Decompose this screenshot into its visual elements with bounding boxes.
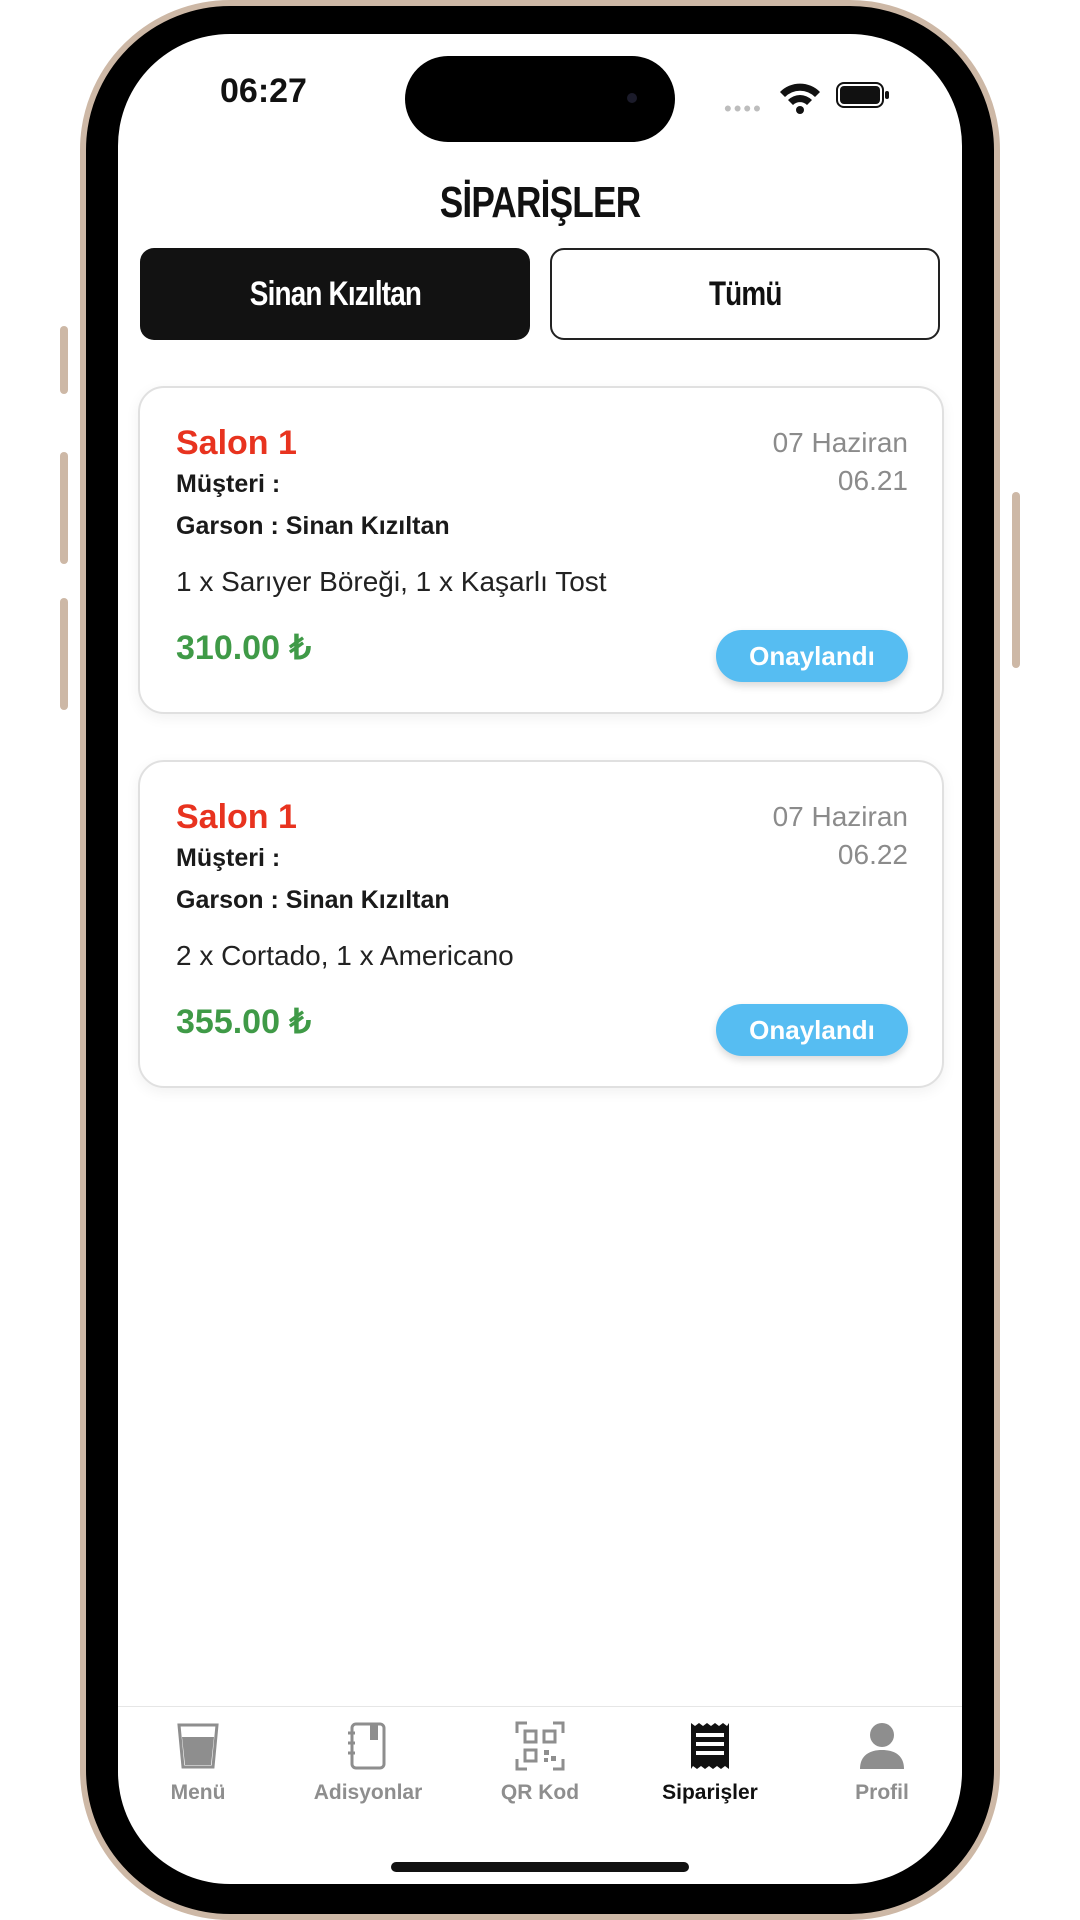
volume-down-button [60,598,68,710]
camera-dot [627,93,637,103]
bottom-tab-bar: Menü Adisyonlar QR Kod Siparişler Profil [118,1706,962,1857]
tabbar-item-menu[interactable]: Menü [118,1721,278,1805]
order-time: 06.21 [837,465,908,496]
tabbar-label: Siparişler [662,1781,758,1804]
order-time: 06.22 [837,839,908,870]
tab-label: Sinan Kızıltan [249,274,421,313]
tab-label: Tümü [708,274,782,313]
order-items: 2 x Cortado, 1 x Americano [176,940,514,971]
tabbar-item-profil[interactable]: Profil [802,1721,962,1805]
qr-code-icon [515,1721,565,1771]
order-date: 07 Haziran [772,801,908,832]
order-price: 355.00 ₺ [176,1003,312,1041]
status-badge[interactable]: Onaylandı [716,630,908,682]
page-title: SİPARİŞLER [439,178,641,227]
status-time: 06:27 [220,72,307,110]
receipt-icon [691,1723,729,1769]
tabbar-label: Menü [170,1781,226,1804]
battery-icon [836,82,889,108]
order-datetime: 07 Haziran 06.21 [773,424,908,500]
order-price: 310.00 ₺ [176,629,312,667]
tabbar-item-adisyonlar[interactable]: Adisyonlar [288,1721,448,1805]
person-icon [860,1723,904,1769]
order-card[interactable]: Salon 1 07 Haziran 06.22 Müşteri : Garso… [138,760,944,1088]
order-items: 1 x Sarıyer Böreği, 1 x Kaşarlı Tost [176,566,607,597]
order-table: Salon 1 [176,424,297,462]
order-customer: Müşteri : [176,470,281,498]
notebook-icon [348,1722,386,1770]
order-waiter: Garson : Sinan Kızıltan [176,886,450,914]
action-button [60,326,68,394]
order-waiter: Garson : Sinan Kızıltan [176,512,450,540]
tabbar-label: Profil [855,1781,909,1804]
order-table: Salon 1 [176,798,297,836]
volume-up-button [60,452,68,564]
cup-icon [177,1723,219,1769]
order-date: 07 Haziran [772,427,908,458]
tab-sinan-kiziltan[interactable]: Sinan Kızıltan [140,248,530,340]
status-badge[interactable]: Onaylandı [716,1004,908,1056]
power-button [1012,492,1020,668]
tabbar-label: QR Kod [500,1781,580,1804]
wifi-icon [780,83,820,114]
signal-dots: •••• [724,96,763,121]
order-card[interactable]: Salon 1 07 Haziran 06.21 Müşteri : Garso… [138,386,944,714]
order-customer: Müşteri : [176,844,281,872]
home-indicator[interactable] [391,1862,689,1872]
order-datetime: 07 Haziran 06.22 [773,798,908,874]
tab-tumu[interactable]: Tümü [550,248,940,340]
dynamic-island [405,56,675,142]
tabbar-label: Adisyonlar [313,1781,423,1804]
tabbar-item-siparisler[interactable]: Siparişler [630,1721,790,1805]
tabbar-item-qr-kod[interactable]: QR Kod [460,1721,620,1805]
